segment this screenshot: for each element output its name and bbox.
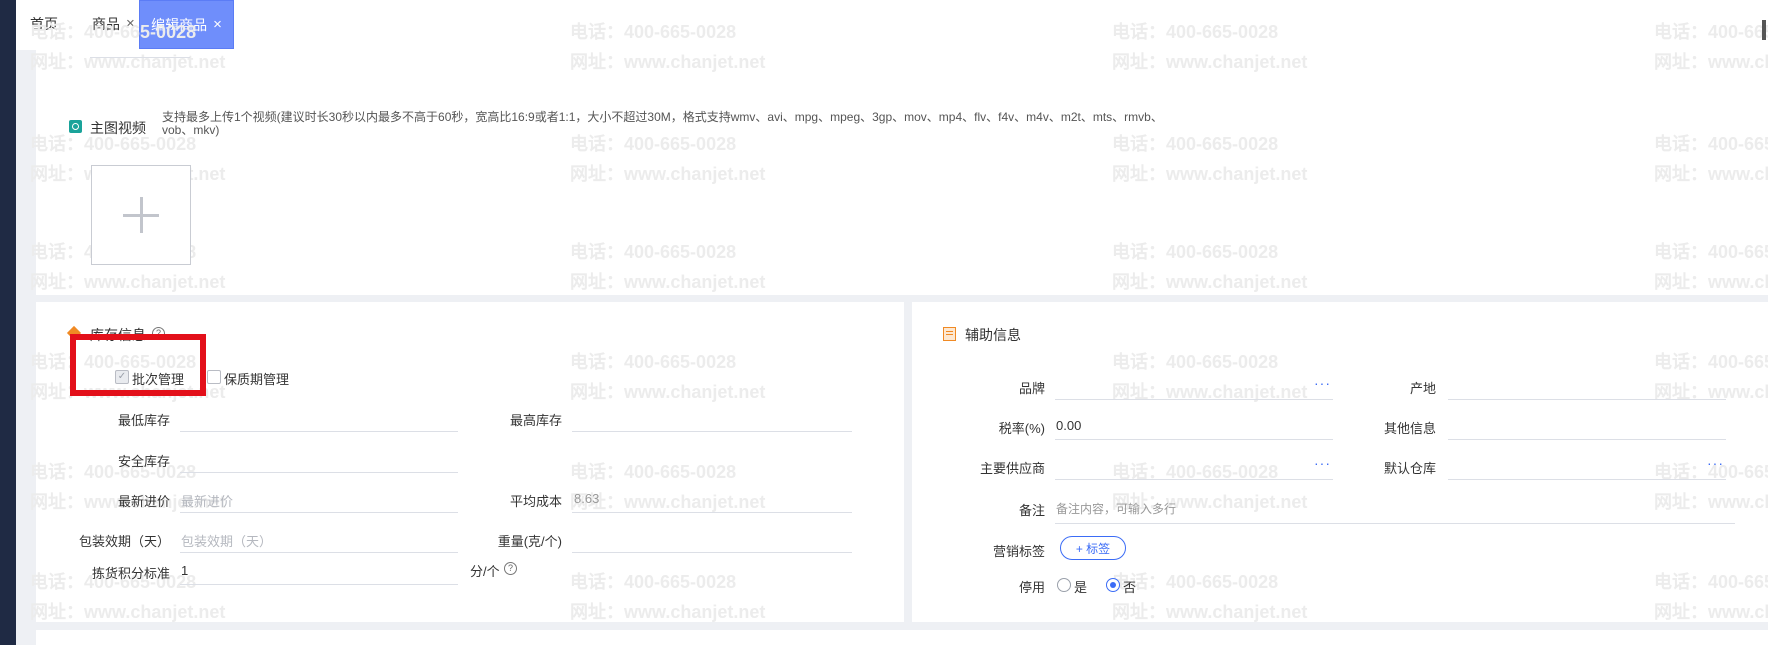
- watermark-phone: 电话：400-665-0028: [1112, 22, 1279, 42]
- watermark-phone: 电话：400-665-0028: [1654, 242, 1768, 262]
- other-info-input[interactable]: [1448, 439, 1726, 440]
- watermark-site: 网址：www.chanjet.net: [1654, 382, 1768, 402]
- watermark-site: 网址：www.chanjet.net: [570, 272, 766, 292]
- warehouse-input[interactable]: [1448, 479, 1726, 480]
- safe-stock-input[interactable]: [180, 472, 458, 473]
- disable-yes-radio[interactable]: [1057, 578, 1071, 592]
- watermark-site: 网址：www.chanjet.net: [1112, 272, 1308, 292]
- points-unit: 分/个: [470, 564, 500, 579]
- main-video-title: 主图视频: [90, 120, 146, 136]
- brand-label: 品牌: [1018, 381, 1045, 396]
- video-upload-button[interactable]: [91, 165, 191, 265]
- help-icon[interactable]: ?: [504, 562, 517, 575]
- watermark-phone: 电话：400-665-0028: [1654, 22, 1768, 42]
- points-input[interactable]: 1: [181, 563, 188, 578]
- watermark-site: 网址：www.chanjet.net: [1112, 382, 1308, 402]
- aux-info-icon: [943, 327, 956, 341]
- watermark-phone: 电话：400-665-0028: [1112, 134, 1279, 154]
- pack-period-label: 包装效期（天）: [78, 534, 170, 549]
- watermark-site: 网址：www.chanjet.net: [30, 602, 226, 622]
- more-icon[interactable]: ···: [1707, 455, 1724, 471]
- watermark-phone: 电话：400-665-0028: [1654, 352, 1768, 372]
- latest-price-input[interactable]: 最新进价: [181, 491, 233, 510]
- watermark-phone: 电话：400-665-0028: [1112, 242, 1279, 262]
- watermark-site: 网址：www.chanjet.net: [1112, 52, 1308, 72]
- watermark-site: 网址：www.chanjet.net: [1654, 52, 1768, 72]
- watermark-phone: 电话：400-665-0028: [570, 134, 737, 154]
- watermark-site: 网址：www.chanjet.net: [30, 52, 226, 72]
- watermark-site: 网址：www.chanjet.net: [1654, 164, 1768, 184]
- watermark-site: 网址：www.chanjet.net: [1654, 602, 1768, 622]
- watermark-phone: 电话：400-665-0028: [570, 242, 737, 262]
- watermark-phone: 电话：400-665-0028: [30, 22, 197, 42]
- supplier-label: 主要供应商: [979, 461, 1045, 476]
- weight-label: 重量(克/个): [497, 534, 562, 549]
- watermark-site: 网址：www.chanjet.net: [570, 52, 766, 72]
- watermark-phone: 电话：400-665-0028: [1112, 572, 1279, 592]
- watermark-site: 网址：www.chanjet.net: [570, 164, 766, 184]
- other-info-label: 其他信息: [1383, 421, 1436, 436]
- scroll-handle[interactable]: [1762, 20, 1766, 40]
- watermark-site: 网址：www.chanjet.net: [1654, 272, 1768, 292]
- watermark-phone: 电话：400-665-0028: [1654, 134, 1768, 154]
- remark-label: 备注: [1018, 503, 1045, 518]
- weight-input[interactable]: [572, 552, 852, 553]
- add-tag-button[interactable]: + 标签: [1060, 536, 1126, 560]
- tax-label: 税率(%): [998, 421, 1045, 436]
- disable-yes-label: 是: [1074, 580, 1088, 595]
- watermark-phone: 电话：400-665-0028: [570, 462, 737, 482]
- watermark-phone: 电话：400-665-0028: [570, 352, 737, 372]
- min-stock-label: 最低库存: [117, 413, 170, 428]
- watermark-site: 网址：www.chanjet.net: [1112, 164, 1308, 184]
- tax-input[interactable]: 0.00: [1056, 418, 1081, 433]
- main-video-hint-2: vob、mkv): [162, 123, 220, 137]
- latest-price-label: 最新进价: [117, 494, 170, 509]
- origin-input[interactable]: [1448, 399, 1726, 400]
- avg-cost-value: 8.63: [574, 491, 600, 506]
- watermark-site: 网址：www.chanjet.net: [1112, 602, 1308, 622]
- watermark-site: 网址：www.chanjet.net: [1654, 492, 1768, 512]
- safe-stock-label: 安全库存: [117, 454, 170, 469]
- watermark-phone: 电话：400-665-0028: [570, 22, 737, 42]
- tag-label: 营销标签: [992, 544, 1045, 559]
- shelf-life-checkbox[interactable]: [207, 370, 221, 384]
- watermark-site: 网址：www.chanjet.net: [30, 272, 226, 292]
- supplier-input[interactable]: [1055, 479, 1333, 480]
- video-icon: [69, 120, 82, 133]
- aux-title: 辅助信息: [965, 327, 1021, 343]
- brand-input[interactable]: [1055, 399, 1333, 400]
- watermark-phone: 电话：400-665-0028: [1654, 572, 1768, 592]
- field-underline: [90, 57, 190, 58]
- origin-label: 产地: [1409, 381, 1436, 396]
- min-stock-input[interactable]: [180, 431, 458, 432]
- warehouse-label: 默认仓库: [1383, 461, 1436, 476]
- points-label: 拣货积分标准: [91, 566, 170, 581]
- main-video-hint: 支持最多上传1个视频(建议时长30秒以内最多不高于60秒，宽高比16:9或者1:…: [162, 110, 1163, 124]
- watermark-site: 网址：www.chanjet.net: [570, 382, 766, 402]
- watermark-site: 网址：www.chanjet.net: [570, 602, 766, 622]
- watermark-phone: 电话：400-665-0028: [570, 572, 737, 592]
- disable-no-radio[interactable]: [1106, 578, 1120, 592]
- max-stock-input[interactable]: [572, 431, 852, 432]
- watermark-phone: 电话：400-665-0028: [1112, 352, 1279, 372]
- pack-period-input[interactable]: 包装效期（天）: [181, 531, 272, 550]
- remark-input[interactable]: 备注内容，可输入多行: [1056, 500, 1176, 517]
- disable-label: 停用: [1018, 580, 1045, 595]
- max-stock-label: 最高库存: [509, 413, 562, 428]
- highlight-box: [70, 334, 206, 396]
- disable-no-label: 否: [1123, 580, 1137, 595]
- shelf-life-label: 保质期管理: [224, 372, 290, 387]
- avg-cost-label: 平均成本: [509, 494, 562, 509]
- watermark-phone: 电话：400-665-0028: [1112, 462, 1279, 482]
